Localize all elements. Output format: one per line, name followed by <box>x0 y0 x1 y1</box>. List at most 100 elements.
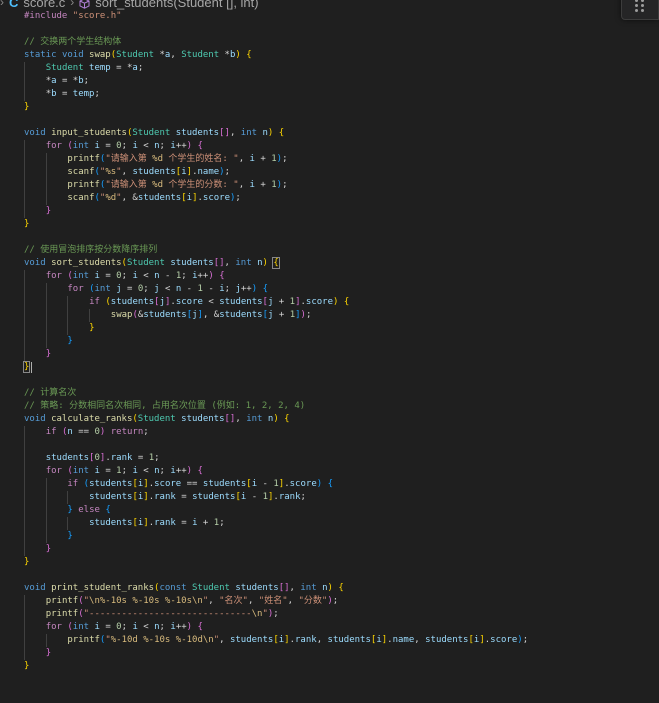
code-line[interactable]: } <box>0 218 659 231</box>
code-token: Student <box>126 258 171 268</box>
code-token: ; <box>83 76 90 86</box>
code-line[interactable]: for (int i = 0; i < n; i++) { <box>0 621 659 634</box>
code-line[interactable]: } <box>0 660 659 673</box>
code-token: name <box>197 167 220 177</box>
breadcrumb-file[interactable]: score.c <box>23 0 65 10</box>
code-token: ++ <box>175 466 187 476</box>
indent-guide <box>45 166 47 179</box>
code-token: for <box>45 141 68 151</box>
code-line[interactable]: void input_students(Student students[], … <box>0 127 659 140</box>
code-line[interactable]: } <box>0 530 659 543</box>
code-token: ; <box>121 141 133 151</box>
code-line[interactable] <box>0 374 659 387</box>
code-line[interactable]: if (n == 0) return; <box>0 426 659 439</box>
code-line[interactable]: if (students[j].score < students[j + 1].… <box>0 296 659 309</box>
code-line[interactable]: printf("请输入第 %d 个学生的分数: ", i + 1); <box>0 179 659 192</box>
code-token: < <box>137 141 155 151</box>
code-line[interactable]: } <box>0 348 659 361</box>
code-line[interactable]: } <box>0 556 659 569</box>
code-line[interactable]: students[i].rank = students[i - 1].rank; <box>0 491 659 504</box>
code-token: rank <box>154 518 176 528</box>
indent-guide <box>24 270 25 283</box>
code-token: 个学生的姓名: " <box>163 154 239 164</box>
code-token: } <box>67 505 79 515</box>
code-token: %d <box>105 193 117 203</box>
code-line[interactable]: printf("%-10d %-10s %-10d\n", students[i… <box>0 634 659 647</box>
code-line[interactable]: printf("------------------------------\n… <box>0 608 659 621</box>
code-line[interactable]: // 使用冒泡排序按分数降序排列 <box>0 244 659 257</box>
code-line[interactable]: students[i].rank = i + 1; <box>0 517 659 530</box>
code-token: score <box>154 479 182 489</box>
code-line[interactable]: } <box>0 361 659 374</box>
code-line[interactable]: void calculate_ranks(Student students[],… <box>0 413 659 426</box>
method-cube-icon <box>79 0 90 9</box>
code-line[interactable]: } <box>0 322 659 335</box>
code-token: } <box>45 349 52 359</box>
code-line[interactable]: for (int i = 0; i < n - 1; i++) { <box>0 270 659 283</box>
code-line[interactable]: void sort_students(Student students[], i… <box>0 257 659 270</box>
code-token: int <box>72 466 95 476</box>
code-line[interactable]: static void swap(Student *a, Student *b)… <box>0 49 659 62</box>
code-line[interactable] <box>0 439 659 452</box>
code-line[interactable]: for (int j = 0; j < n - 1 - i; j++) { <box>0 283 659 296</box>
code-line[interactable]: Student temp = *a; <box>0 62 659 75</box>
code-token: students <box>110 297 155 307</box>
code-line[interactable]: } <box>0 543 659 556</box>
code-line[interactable]: } <box>0 335 659 348</box>
code-line[interactable]: void print_student_ranks(const Student s… <box>0 582 659 595</box>
code-line[interactable]: for (int i = 0; i < n; i++) { <box>0 140 659 153</box>
code-line[interactable]: *b = temp; <box>0 88 659 101</box>
code-line[interactable]: } else { <box>0 504 659 517</box>
code-line[interactable] <box>0 231 659 244</box>
code-line[interactable]: scanf("%d", &students[i].score); <box>0 192 659 205</box>
code-line[interactable]: #include "score.h" <box>0 10 659 23</box>
code-token: if <box>89 297 106 307</box>
indent-guide <box>45 283 47 296</box>
code-line[interactable] <box>0 114 659 127</box>
code-line[interactable]: printf("\n%-10s %-10s %-10s\n", "名次", "姓… <box>0 595 659 608</box>
code-line[interactable] <box>0 569 659 582</box>
code-line[interactable]: swap(&students[j], &students[j + 1]); <box>0 309 659 322</box>
indent-guide <box>24 439 25 452</box>
code-line[interactable]: for (int i = 1; i < n; i++) { <box>0 465 659 478</box>
code-token: printf <box>67 180 100 190</box>
indent-guide <box>67 491 69 504</box>
code-token: "请输入第 <box>105 154 153 164</box>
code-token: score <box>289 479 317 489</box>
code-token: = <box>121 284 138 294</box>
code-line[interactable]: printf("请输入第 %d 个学生的姓名: ", i + 1); <box>0 153 659 166</box>
code-token: , <box>235 414 247 424</box>
breadcrumb-symbol[interactable]: sort_students(Student [], int) <box>95 0 258 10</box>
indent-guide <box>45 322 47 335</box>
indent-guide <box>45 517 47 530</box>
code-token: ; <box>273 609 279 619</box>
text-cursor <box>31 362 32 373</box>
code-token: + <box>273 310 290 320</box>
indent-guide <box>45 179 47 192</box>
code-token: } <box>22 361 31 373</box>
code-editor[interactable]: #include "score.h" // 交换两个学生结构体 static voi… <box>0 10 659 673</box>
code-token: == <box>181 479 203 489</box>
code-line[interactable]: if (students[i].score == students[i - 1]… <box>0 478 659 491</box>
code-line[interactable]: scanf("%s", students[i].name); <box>0 166 659 179</box>
code-token: if <box>45 427 62 437</box>
code-line[interactable]: // 计算名次 <box>0 387 659 400</box>
code-line[interactable]: } <box>0 101 659 114</box>
code-line[interactable]: students[0].rank = 1; <box>0 452 659 465</box>
code-line[interactable]: *a = *b; <box>0 75 659 88</box>
code-line[interactable]: // 交换两个学生结构体 <box>0 36 659 49</box>
code-token: score <box>305 297 334 307</box>
code-line[interactable]: // 策略: 分数相同名次相同, 占用名次位置 (例如: 1, 2, 2, 4) <box>0 400 659 413</box>
code-token: } <box>89 323 95 333</box>
code-token: void <box>24 583 52 593</box>
code-token: } <box>24 557 30 567</box>
code-line[interactable]: } <box>0 205 659 218</box>
code-line[interactable]: } <box>0 647 659 660</box>
code-token: , <box>224 258 236 268</box>
code-token: students <box>89 518 133 528</box>
indent-guide <box>45 296 47 309</box>
code-token: scanf <box>67 193 95 203</box>
code-line[interactable] <box>0 23 659 36</box>
code-token: , <box>238 180 250 190</box>
code-token: swap <box>110 310 133 320</box>
